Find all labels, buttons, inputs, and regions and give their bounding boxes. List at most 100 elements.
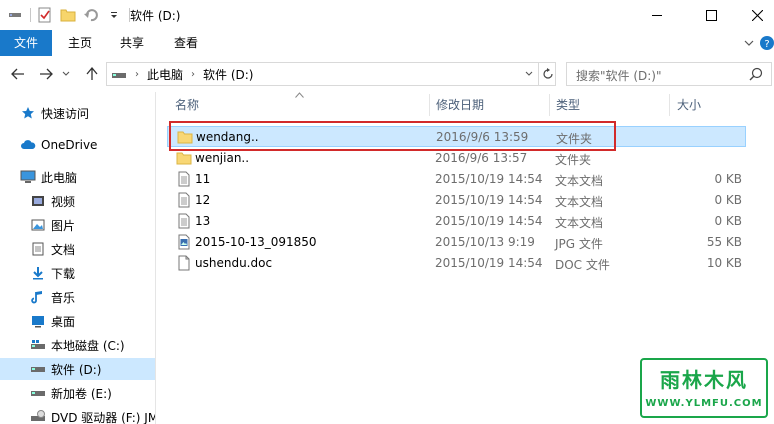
column-header-name[interactable]: 名称 — [175, 92, 199, 118]
file-type: 文本文档 — [555, 195, 604, 209]
help-button[interactable]: ? — [760, 36, 774, 50]
sidebar-item-label: 桌面 — [51, 314, 76, 329]
desktop-icon — [30, 313, 46, 329]
tab-share[interactable]: 共享 — [108, 30, 156, 56]
search-placeholder: 搜索"软件 (D:)" — [576, 69, 662, 83]
maximize-button[interactable] — [688, 0, 734, 30]
computer-icon — [20, 169, 36, 185]
recent-locations-button[interactable] — [60, 65, 72, 83]
file-type: 文本文档 — [555, 174, 604, 188]
sidebar-item[interactable]: 音乐 — [0, 286, 155, 308]
tab-view[interactable]: 查看 — [162, 30, 210, 56]
sidebar-item-label: 文档 — [51, 242, 76, 257]
file-name: wenjian.. — [195, 151, 250, 165]
sidebar-item[interactable]: 软件 (D:) — [0, 358, 155, 380]
column-header-date[interactable]: 修改日期 — [436, 92, 484, 118]
navigation-pane: 快速访问 OneDrive 此电脑视频图片文档下载音乐桌面本地磁盘 (C:) 软件 (… — [0, 92, 155, 424]
sidebar-item[interactable]: 新加卷 (E:) — [0, 382, 155, 404]
sidebar-item-label: 视频 — [51, 194, 76, 209]
sidebar-item-label: OneDrive — [41, 138, 98, 152]
sidebar-item[interactable]: OneDrive — [0, 134, 155, 156]
quick-access-toolbar — [6, 6, 135, 24]
sidebar-item[interactable]: 此电脑 — [0, 166, 155, 188]
arrow-up-icon — [86, 67, 98, 80]
chevron-down-icon — [525, 71, 533, 76]
breadcrumb-current-drive[interactable]: 软件 (D:) — [203, 66, 253, 83]
file-date: 2016/9/6 13:59 — [436, 130, 529, 144]
new-folder-icon[interactable] — [59, 6, 77, 24]
watermark-url: WWW.YLMFU.COM — [645, 398, 763, 409]
pane-divider[interactable] — [155, 92, 156, 424]
file-name: wendang.. — [196, 130, 259, 144]
help-icon: ? — [760, 36, 774, 50]
sidebar-item-label: DVD 驱动器 (F:) JM — [51, 410, 155, 424]
sort-ascending-icon — [295, 92, 304, 98]
arrow-left-icon — [11, 68, 24, 80]
sidebar-item[interactable]: 快速访问 — [0, 102, 155, 124]
music-icon — [30, 289, 46, 305]
undo-icon[interactable] — [82, 6, 100, 24]
drive-c-icon — [30, 337, 46, 353]
file-date: 2015/10/19 14:54 — [435, 256, 543, 270]
sidebar-item[interactable]: 桌面 — [0, 310, 155, 332]
address-history-button[interactable] — [520, 63, 538, 85]
file-date: 2016/9/6 13:57 — [435, 151, 528, 165]
file-name: 11 — [195, 172, 211, 186]
file-row[interactable]: 11 2015/10/19 14:54 文本文档 0 KB — [167, 169, 746, 190]
close-button[interactable] — [734, 0, 774, 30]
column-header-size[interactable]: 大小 — [677, 92, 701, 118]
file-row[interactable]: 12 2015/10/19 14:54 文本文档 0 KB — [167, 190, 746, 211]
file-date: 2015/10/19 14:54 — [435, 214, 543, 228]
sidebar-item-label: 音乐 — [51, 290, 76, 305]
forward-button[interactable] — [36, 65, 56, 83]
sidebar-item-label: 图片 — [51, 218, 76, 233]
tab-home[interactable]: 主页 — [56, 30, 104, 56]
customize-toolbar-icon[interactable] — [105, 6, 123, 24]
doc-file-icon — [176, 255, 192, 271]
breadcrumb-separator[interactable]: › — [135, 69, 139, 80]
sidebar-item-label: 新加卷 (E:) — [51, 386, 112, 401]
title-bar: 软件 (D:) — [0, 0, 774, 30]
file-row[interactable]: wenjian.. 2016/9/6 13:57 文件夹 — [167, 148, 746, 169]
search-icon[interactable] — [749, 67, 763, 81]
drive-icon[interactable] — [6, 6, 24, 24]
file-row[interactable]: 13 2015/10/19 14:54 文本文档 0 KB — [167, 211, 746, 232]
sidebar-item[interactable]: 视频 — [0, 190, 155, 212]
cloud-icon — [20, 137, 36, 153]
sidebar-item[interactable]: 本地磁盘 (C:) — [0, 334, 155, 356]
file-row[interactable]: ushendu.doc 2015/10/19 14:54 DOC 文件 10 KB — [167, 253, 746, 274]
up-button[interactable] — [82, 65, 102, 83]
refresh-button[interactable] — [538, 63, 556, 85]
sidebar-item[interactable]: 下载 — [0, 262, 155, 284]
column-separator[interactable] — [429, 94, 430, 116]
column-separator[interactable] — [669, 94, 670, 116]
expand-ribbon-button[interactable] — [742, 36, 756, 50]
sidebar-item[interactable]: 文档 — [0, 238, 155, 260]
sidebar-item-label: 本地磁盘 (C:) — [51, 338, 125, 353]
sidebar-item-label: 此电脑 — [41, 170, 78, 185]
video-icon — [30, 193, 46, 209]
tab-file[interactable]: 文件 — [0, 30, 52, 56]
minimize-icon — [652, 15, 662, 16]
file-name: ushendu.doc — [195, 256, 273, 270]
sidebar-item-label: 软件 (D:) — [51, 362, 102, 377]
file-size: 10 KB — [706, 256, 742, 270]
back-button[interactable] — [8, 65, 28, 83]
pictures-icon — [30, 217, 46, 233]
search-input[interactable]: 搜索"软件 (D:)" — [566, 62, 772, 86]
file-type: 文件夹 — [555, 153, 592, 167]
file-row[interactable]: wendang.. 2016/9/6 13:59 文件夹 — [167, 126, 746, 147]
properties-icon[interactable] — [36, 6, 54, 24]
sidebar-item[interactable]: DVD 驱动器 (F:) JM — [0, 406, 155, 424]
breadcrumb-this-pc[interactable]: 此电脑 — [147, 66, 183, 83]
column-separator[interactable] — [549, 94, 550, 116]
maximize-icon — [705, 9, 717, 21]
breadcrumb-separator[interactable]: › — [191, 69, 195, 80]
column-header-type[interactable]: 类型 — [556, 92, 580, 118]
address-bar[interactable]: › 此电脑 › 软件 (D:) — [106, 62, 556, 86]
refresh-icon — [542, 68, 553, 79]
sidebar-item-label: 快速访问 — [41, 106, 90, 121]
sidebar-item[interactable]: 图片 — [0, 214, 155, 236]
minimize-button[interactable] — [634, 0, 680, 30]
file-row[interactable]: 2015-10-13_091850 2015/10/13 9:19 JPG 文件 55… — [167, 232, 746, 253]
